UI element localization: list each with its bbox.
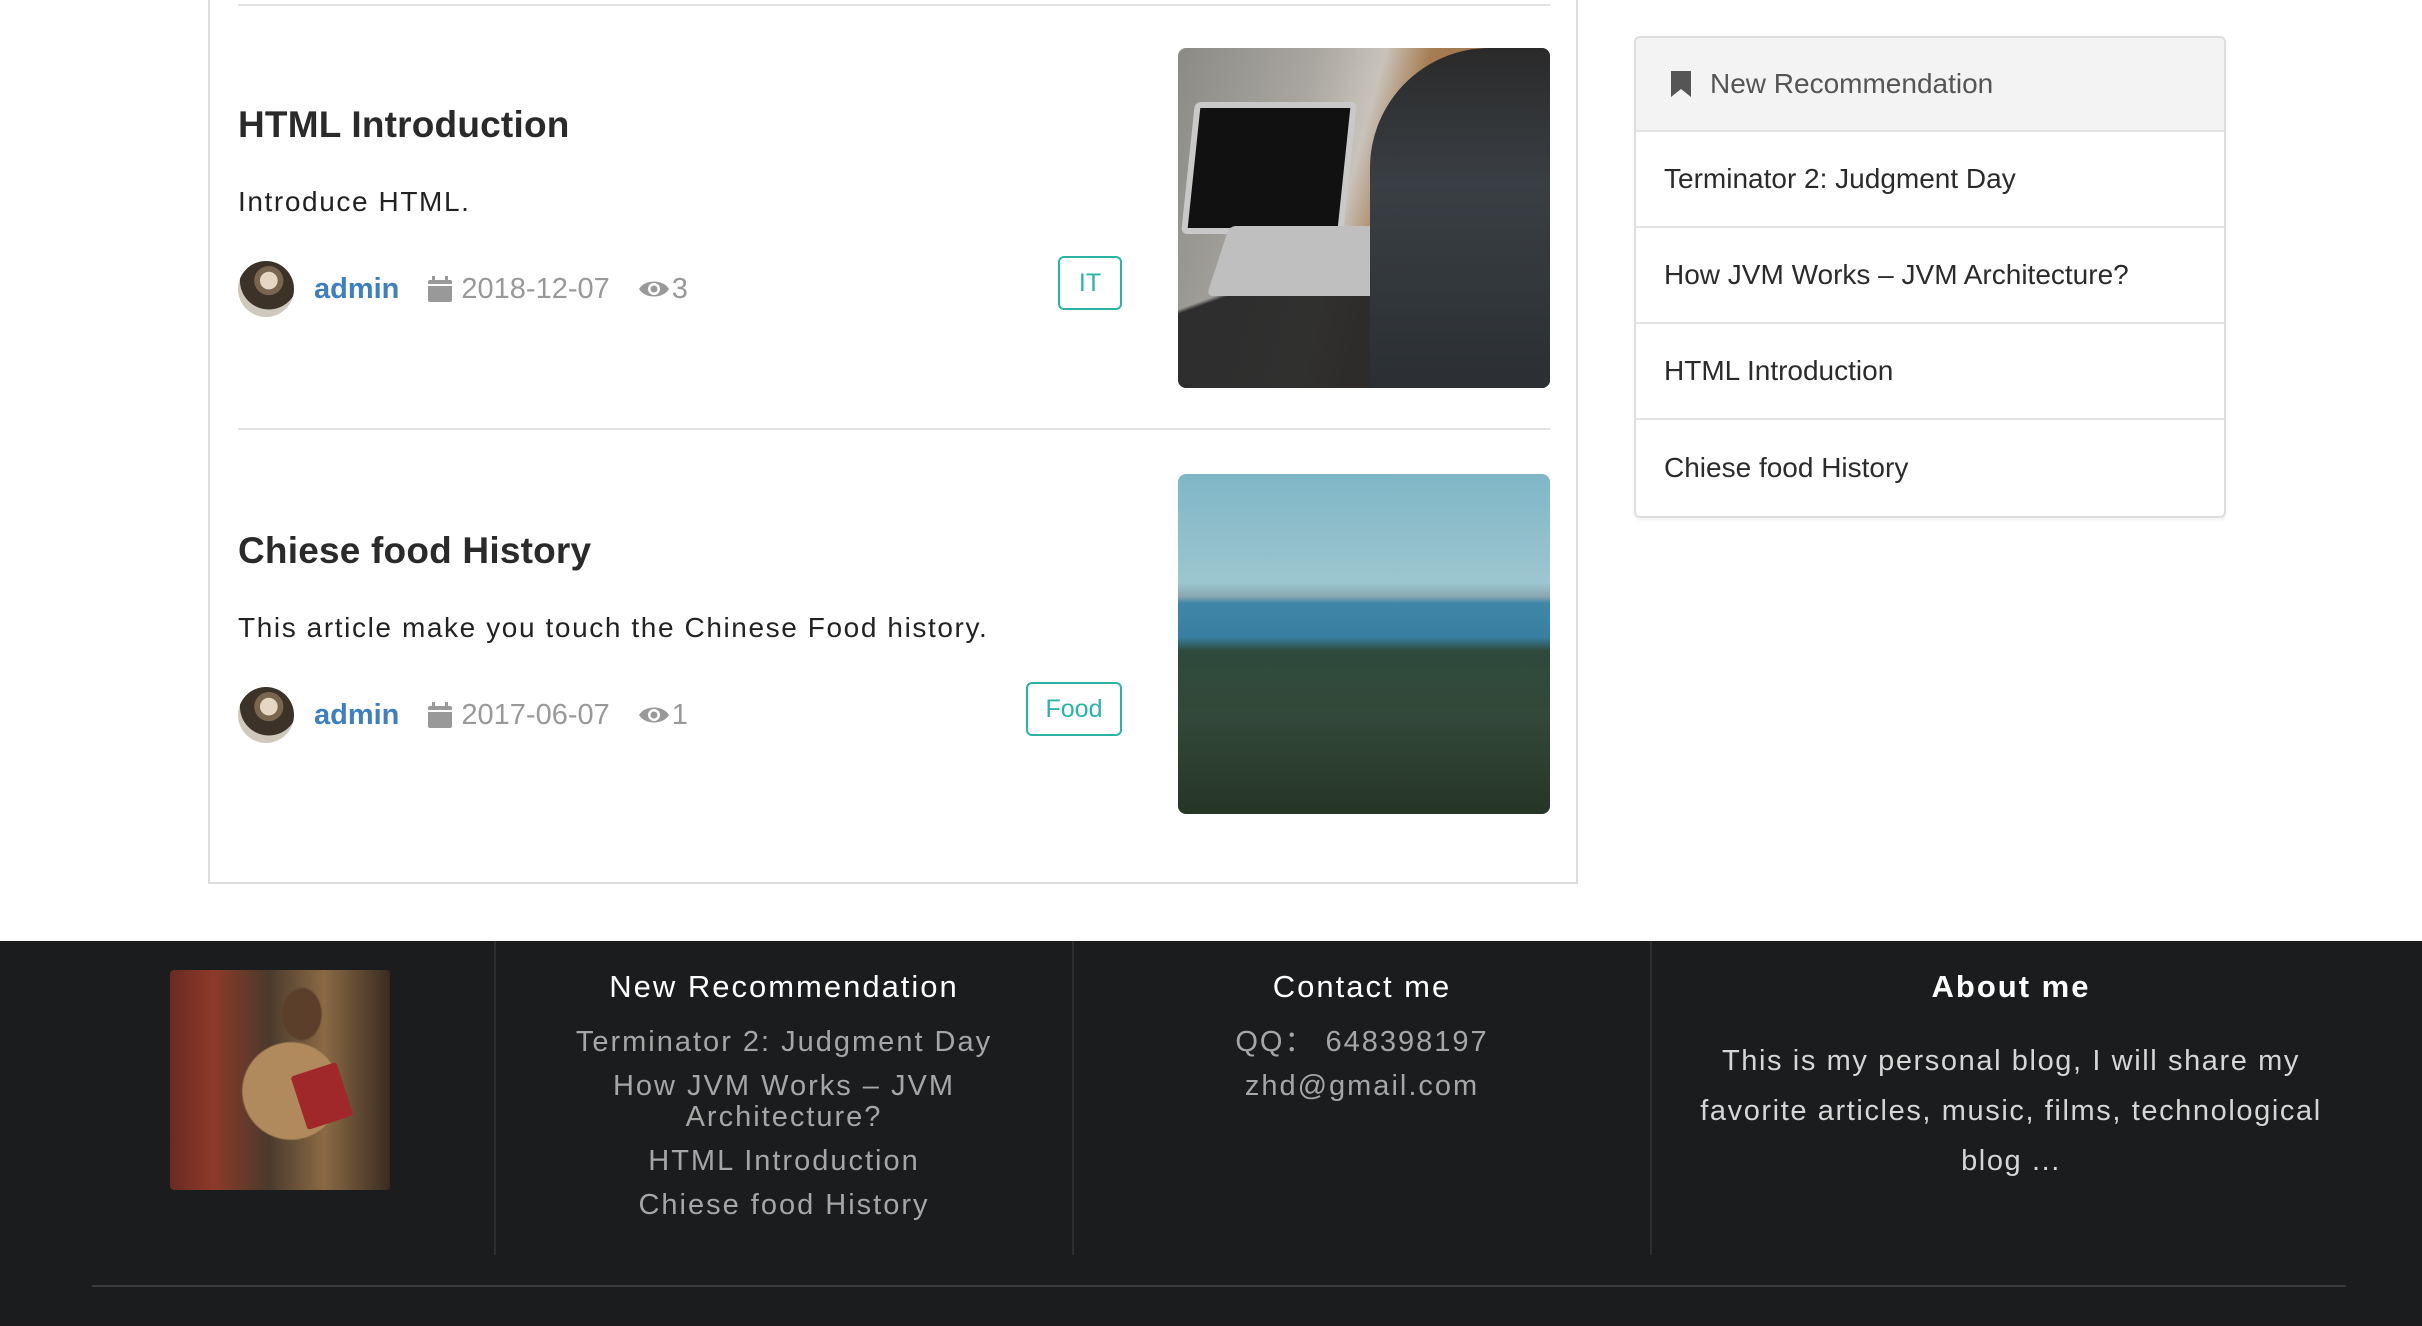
article-description: This article make you touch the Chinese … [238,612,989,643]
author-link[interactable]: admin [314,273,399,306]
article-item: Chiese food History This article make yo… [238,474,1550,814]
author-avatar[interactable] [238,687,294,743]
author-avatar[interactable] [238,261,294,317]
article-date: 2017-06-07 [461,698,610,731]
about-text: This is my personal blog, I will share m… [1700,1045,2322,1177]
footer-link[interactable]: How JVM Works – JVM Architecture? [496,1071,1072,1133]
article-views: 3 [671,272,688,305]
contact-qq: QQ： 648398197 [1235,1026,1489,1058]
footer-bottom-divider [92,1285,2346,1287]
eye-icon [638,278,670,300]
article-meta: admin 2018-12-07 3 [238,261,688,317]
article-tag[interactable]: Food [1026,682,1122,736]
divider [238,428,1550,430]
eye-icon [638,704,670,726]
article-title[interactable]: Chiese food History [238,530,591,572]
calendar-icon [427,275,453,303]
article-views: 1 [671,698,688,731]
bookmark-icon [1670,70,1692,98]
calendar-icon [427,701,453,729]
footer-link[interactable]: Terminator 2: Judgment Day [496,1027,1072,1058]
recommendation-item[interactable]: Chiese food History [1636,420,2224,516]
recommendation-header: New Recommendation [1636,38,2224,132]
recommendation-item[interactable]: How JVM Works – JVM Architecture? [1636,228,2224,324]
contact-email[interactable]: zhd@gmail.com [1074,1071,1650,1102]
forest-lake-photo[interactable] [1178,474,1550,814]
footer: New Recommendation Terminator 2: Judgmen… [0,941,2422,1326]
recommendation-title: New Recommendation [1710,68,1994,99]
article-item: HTML Introduction Introduce HTML. admin … [238,48,1550,388]
article-date: 2018-12-07 [461,272,610,305]
recommendation-item[interactable]: HTML Introduction [1636,324,2224,420]
article-description: Introduce HTML. [238,186,471,217]
author-link[interactable]: admin [314,699,399,732]
footer-profile-photo [170,970,390,1190]
recommendation-panel: New Recommendation Terminator 2: Judgmen… [1634,36,2226,518]
footer-link[interactable]: Chiese food History [496,1190,1072,1221]
divider [238,4,1550,6]
footer-link[interactable]: HTML Introduction [496,1146,1072,1177]
article-meta: admin 2017-06-07 1 [238,687,688,743]
article-tag[interactable]: IT [1058,256,1122,310]
article-title[interactable]: HTML Introduction [238,104,570,146]
recommendation-item[interactable]: Terminator 2: Judgment Day [1636,132,2224,228]
laptop-photo[interactable] [1178,48,1550,388]
footer-heading: About me [1931,969,2091,1004]
footer-heading: New Recommendation [609,969,959,1004]
footer-heading: Contact me [1272,969,1452,1004]
